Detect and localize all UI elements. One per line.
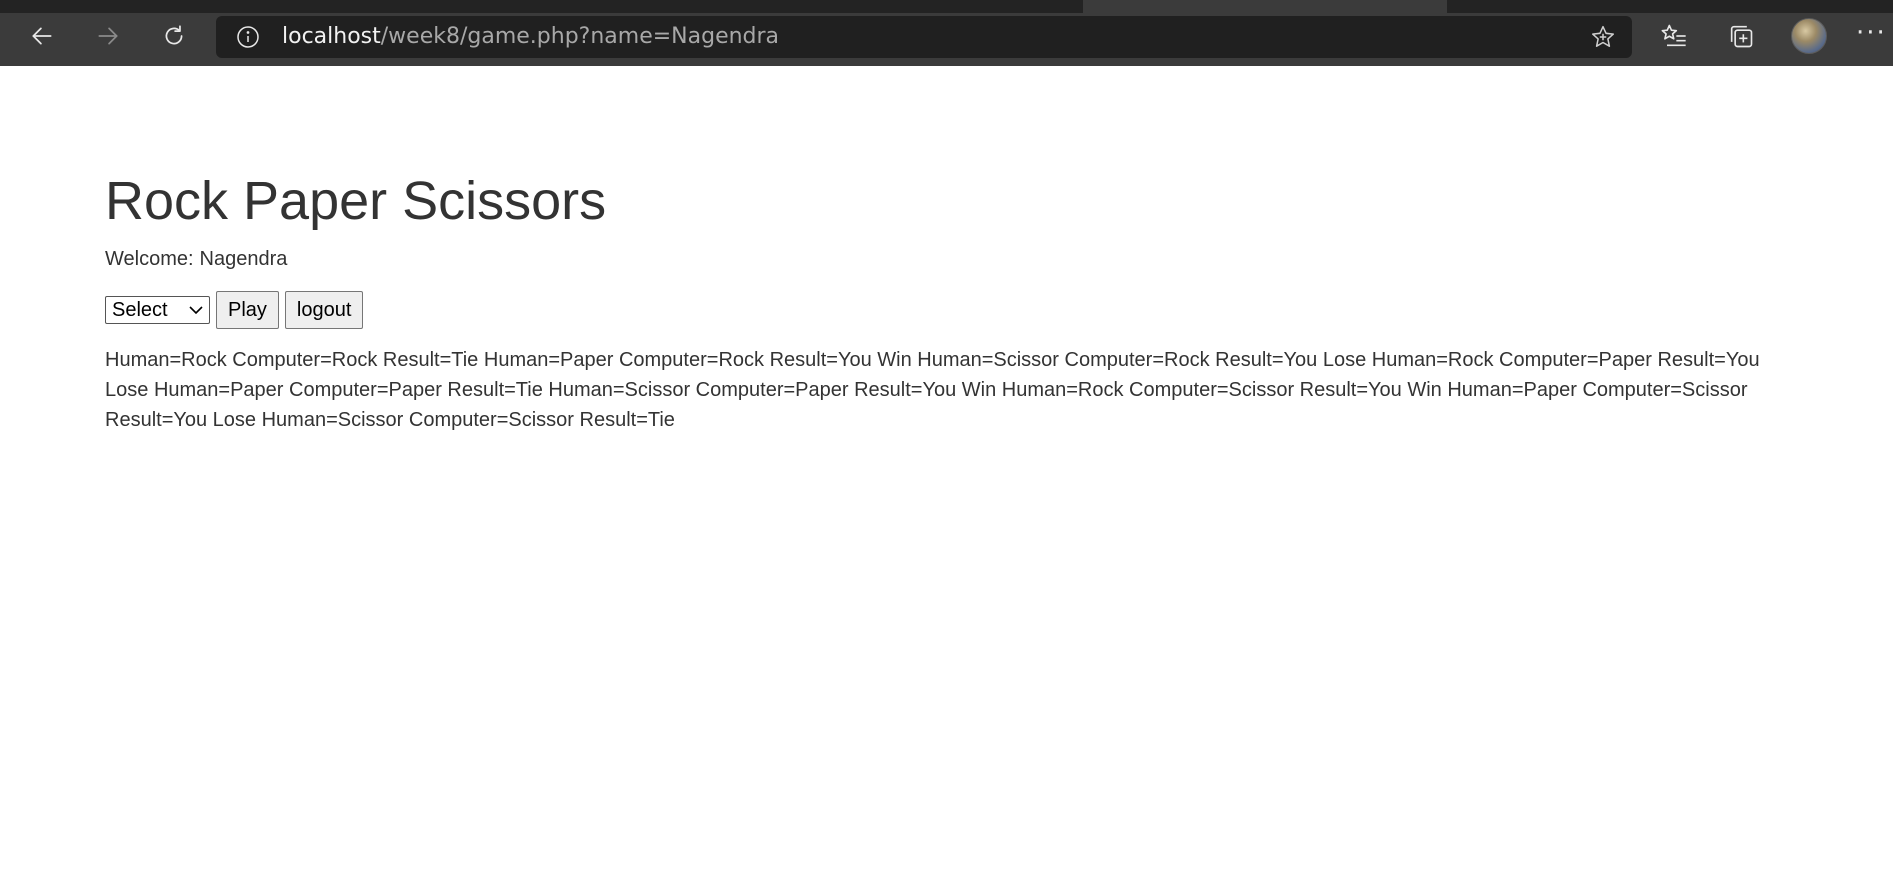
result-entry: Human=Rock Computer=Rock Result=Tie — [105, 349, 479, 371]
active-tab[interactable] — [1083, 0, 1447, 13]
url-host: localhost — [282, 24, 381, 49]
welcome-message: Welcome: Nagendra — [105, 247, 293, 271]
chevron-down-icon — [189, 306, 203, 315]
result-entry: Human=Paper Computer=Paper Result=Tie — [153, 379, 543, 401]
welcome-label: Welcome: — [105, 248, 194, 270]
result-entry: Human=Rock Computer=Scissor Result=You W… — [1001, 379, 1442, 401]
info-icon[interactable] — [236, 25, 260, 49]
favorites-button[interactable] — [1656, 18, 1692, 54]
browser-toolbar: localhost/week8/game.php?name=Nagendra ·… — [0, 0, 1893, 66]
url-text[interactable]: localhost/week8/game.php?name=Nagendra — [282, 24, 779, 50]
back-button[interactable] — [20, 16, 64, 56]
tab-strip — [0, 0, 1893, 13]
favorite-star-icon[interactable] — [1590, 24, 1616, 50]
play-button[interactable]: Play — [216, 291, 279, 329]
forward-arrow-icon — [98, 27, 118, 45]
game-controls: Select Play logout — [105, 291, 364, 329]
result-entry: Human=Scissor Computer=Scissor Result=Ti… — [261, 409, 675, 431]
refresh-icon — [165, 25, 183, 45]
more-options-icon[interactable]: ··· — [1856, 20, 1893, 52]
result-entry: Human=Scissor Computer=Paper Result=You … — [548, 379, 997, 401]
profile-avatar[interactable] — [1791, 18, 1827, 54]
results-log: Human=Rock Computer=Rock Result=Tie Huma… — [105, 345, 1785, 435]
refresh-button[interactable] — [152, 16, 196, 56]
choice-select[interactable]: Select — [105, 296, 210, 324]
address-bar[interactable]: localhost/week8/game.php?name=Nagendra — [216, 16, 1632, 58]
back-arrow-icon — [32, 27, 52, 45]
result-entry: Human=Paper Computer=Rock Result=You Win — [483, 349, 912, 371]
url-path: /week8/game.php?name=Nagendra — [380, 24, 780, 49]
collections-button[interactable] — [1723, 18, 1759, 54]
logout-button[interactable]: logout — [284, 291, 364, 329]
forward-button[interactable] — [86, 16, 130, 56]
result-entry: Human=Scissor Computer=Rock Result=You L… — [917, 349, 1367, 371]
favorites-list-icon — [1661, 24, 1686, 47]
welcome-name: Nagendra — [199, 248, 288, 270]
page-title: Rock Paper Scissors — [105, 171, 607, 231]
choice-select-value: Select — [112, 299, 168, 321]
collections-icon — [1730, 25, 1753, 48]
